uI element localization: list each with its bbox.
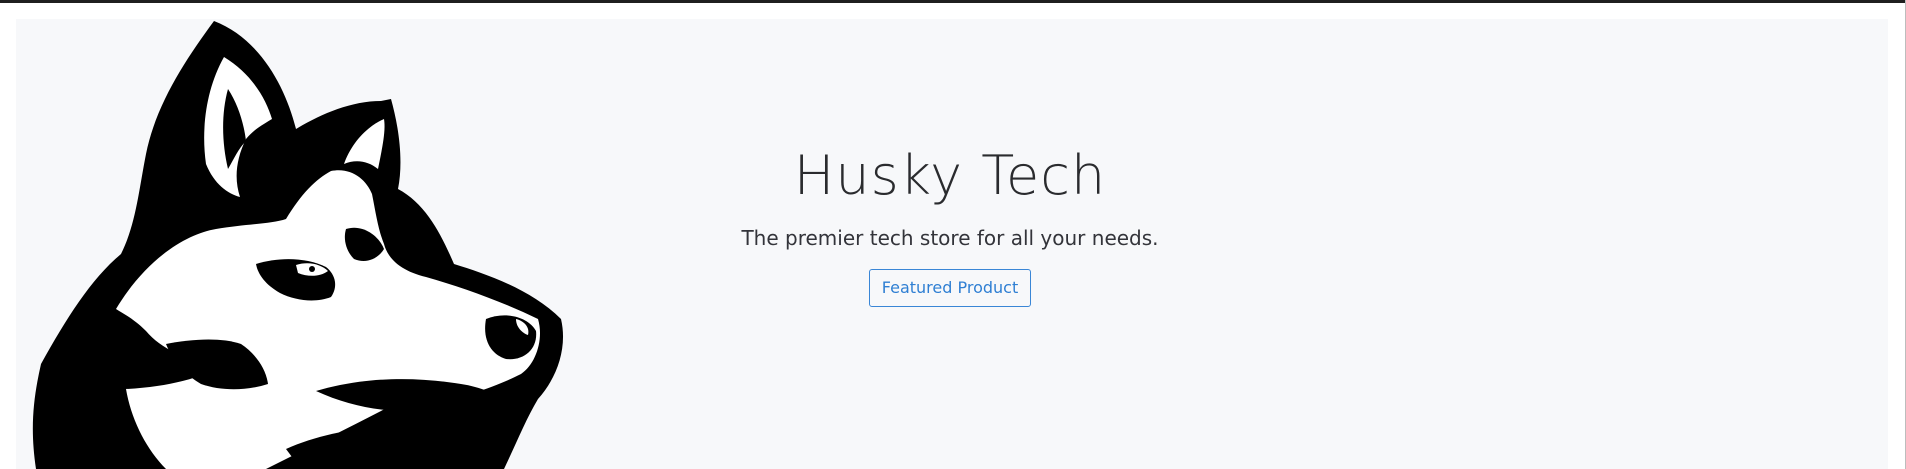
hero-title: Husky Tech [793,144,1107,207]
featured-product-button[interactable]: Featured Product [868,269,1032,307]
hero-content: Husky Tech The premier tech store for al… [620,140,1280,307]
hero-subtitle: The premier tech store for all your need… [741,226,1159,250]
husky-logo-icon [32,21,564,469]
top-border [0,0,1906,3]
